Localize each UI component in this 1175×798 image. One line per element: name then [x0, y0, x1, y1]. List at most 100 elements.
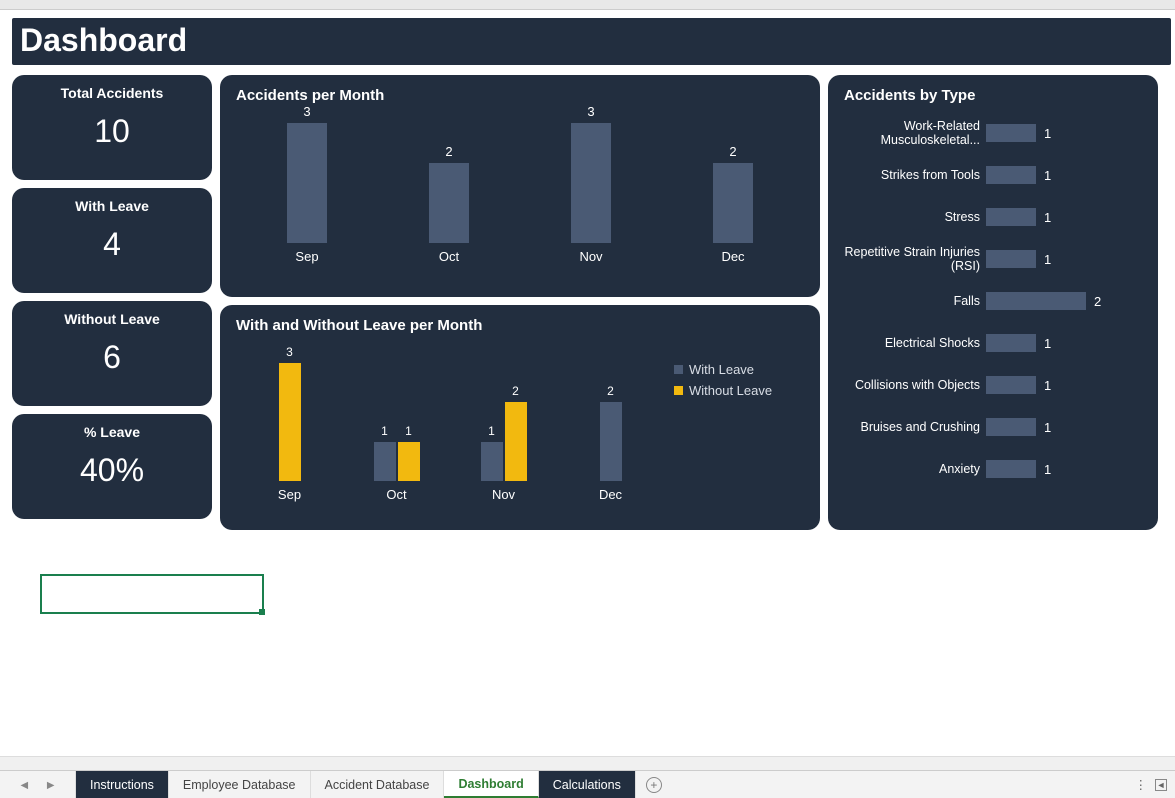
bar-rect: 1: [374, 442, 396, 481]
sheet-tab-employee-database[interactable]: Employee Database: [169, 771, 311, 798]
hbar-rect: [986, 418, 1036, 436]
chart-accidents-by-type-column: Accidents by Type Work-Related Musculosk…: [828, 75, 1158, 530]
sheet-tab-accident-database[interactable]: Accident Database: [311, 771, 445, 798]
bar-pair: 3: [279, 363, 301, 481]
hbar-wrap: 1: [986, 166, 1142, 184]
bar-category-label: Nov: [579, 249, 602, 264]
legend-swatch-icon: [674, 365, 683, 374]
bar-category-label: Dec: [721, 249, 744, 264]
hbar-row: Electrical Shocks1: [844, 330, 1142, 356]
hbar-category-label: Repetitive Strain Injuries (RSI): [844, 245, 986, 274]
hbar-value-label: 2: [1094, 294, 1101, 309]
hbar-wrap: 1: [986, 334, 1142, 352]
hbar-row: Stress1: [844, 204, 1142, 230]
tab-scroll-controls[interactable]: ⋮ ◄: [1127, 771, 1175, 798]
hbar-value-label: 1: [1044, 336, 1051, 351]
hbar-row: Work-Related Musculoskeletal...1: [844, 120, 1142, 146]
sheet-tab-dashboard[interactable]: Dashboard: [444, 771, 538, 798]
chart-accidents-per-month[interactable]: Accidents per Month 3 Sep 2 Oct 3 Nov 2 Dec: [220, 75, 820, 297]
hbar-rect: [986, 166, 1036, 184]
kpi-value: 6: [18, 339, 206, 376]
hbar-row: Repetitive Strain Injuries (RSI)1: [844, 246, 1142, 272]
chart-legend: With Leave Without Leave: [664, 342, 804, 502]
bar-rect: 1: [398, 442, 420, 481]
hbar-category-label: Strikes from Tools: [844, 168, 986, 182]
bar-rect: 3: [279, 363, 301, 481]
hbar-rect: [986, 250, 1036, 268]
bar-value-label: 2: [445, 144, 452, 159]
bar-value-label: 3: [303, 104, 310, 119]
kpi-without-leave: Without Leave 6: [12, 301, 212, 406]
kpi-value: 40%: [18, 452, 206, 489]
chart-with-without-leave[interactable]: With and Without Leave per Month 3 Sep 11O…: [220, 305, 820, 530]
bar-pair: 11: [374, 442, 420, 481]
hbar-row: Strikes from Tools1: [844, 162, 1142, 188]
horizontal-scrollbar[interactable]: [0, 756, 1175, 770]
bar-category-label: Sep: [295, 249, 318, 264]
chart-title: With and Without Leave per Month: [236, 317, 804, 334]
hbar-row: Anxiety 1: [844, 456, 1142, 482]
kpi-label: Total Accidents: [18, 85, 206, 101]
legend-item-without-leave: Without Leave: [674, 383, 800, 398]
hbar-category-label: Anxiety: [844, 462, 986, 476]
tab-spacer: [672, 771, 1127, 798]
bar-value-label: 3: [286, 345, 293, 359]
bar-group: 3 Nov: [551, 104, 631, 264]
bar-group: 2 Dec: [693, 144, 773, 264]
kpi-percent-leave: % Leave 40%: [12, 414, 212, 519]
bar-value-label: 3: [587, 104, 594, 119]
tab-nav-next-icon[interactable]: ►: [45, 778, 57, 792]
kpi-value: 10: [18, 113, 206, 150]
chart-accidents-by-type[interactable]: Accidents by Type Work-Related Musculosk…: [828, 75, 1158, 530]
hbar-wrap: 1: [986, 376, 1142, 394]
hbar-row: Collisions with Objects1: [844, 372, 1142, 398]
hbar-wrap: 2: [986, 292, 1142, 310]
bar-group: 2 Oct: [409, 144, 489, 264]
hbar-row: Falls2: [844, 288, 1142, 314]
hbar-category-label: Bruises and Crushing: [844, 420, 986, 434]
add-sheet-button[interactable]: +: [636, 771, 672, 798]
hbar-value-label: 1: [1044, 462, 1051, 477]
hbar-value-label: 1: [1044, 378, 1051, 393]
bar-value-label: 2: [607, 384, 614, 398]
legend-label: Without Leave: [689, 383, 772, 398]
chart-title: Accidents by Type: [844, 87, 1142, 104]
bar-value-label: 1: [488, 424, 495, 438]
spreadsheet-top-strip: [0, 0, 1175, 10]
tab-nav-arrows[interactable]: ◄ ►: [0, 771, 76, 798]
plus-icon: +: [646, 777, 662, 793]
grouped-bar-chart-area: 3Sep11Oct12Nov2Dec: [236, 352, 664, 502]
hbar-category-label: Stress: [844, 210, 986, 224]
bar-rect: 2: [505, 402, 527, 481]
scroll-left-icon[interactable]: ◄: [1155, 779, 1167, 791]
selected-cell-outline[interactable]: [40, 574, 264, 614]
kpi-value: 4: [18, 226, 206, 263]
legend-label: With Leave: [689, 362, 754, 377]
bar-chart-area: 3Sep2Oct3Nov2Dec: [236, 114, 804, 264]
dashboard-body: Total Accidents 10 With Leave 4 Without …: [0, 69, 1175, 530]
dashboard-header: Dashboard: [0, 10, 1175, 69]
bar-rect: 2: [600, 402, 622, 481]
bar-category-label: Dec: [599, 487, 622, 502]
bar-value-label: 2: [729, 144, 736, 159]
grouped-bar-group: 11Oct: [357, 442, 437, 502]
hbar-wrap: 1: [986, 124, 1142, 142]
bar-category-label: Oct: [439, 249, 459, 264]
tab-nav-prev-icon[interactable]: ◄: [18, 778, 30, 792]
bar-value-label: 1: [381, 424, 388, 438]
charts-middle-column: Accidents per Month 3 Sep 2 Oct 3 Nov 2 Dec Wit…: [220, 75, 820, 530]
hbar-row: Bruises and Crushing1: [844, 414, 1142, 440]
ellipsis-icon: ⋮: [1135, 777, 1150, 792]
chart-title: Accidents per Month: [236, 87, 804, 104]
sheet-tab-instructions[interactable]: Instructions: [76, 771, 169, 798]
sheet-tab-calculations[interactable]: Calculations: [539, 771, 636, 798]
bar-pair: 2: [600, 402, 622, 481]
bar-category-label: Sep: [278, 487, 301, 502]
bar-rect: [713, 163, 753, 243]
kpi-label: % Leave: [18, 424, 206, 440]
hbar-rect: [986, 334, 1036, 352]
kpi-total-accidents: Total Accidents 10: [12, 75, 212, 180]
hbar-wrap: 1: [986, 250, 1142, 268]
bar-rect: [571, 123, 611, 243]
hbar-rect: [986, 460, 1036, 478]
